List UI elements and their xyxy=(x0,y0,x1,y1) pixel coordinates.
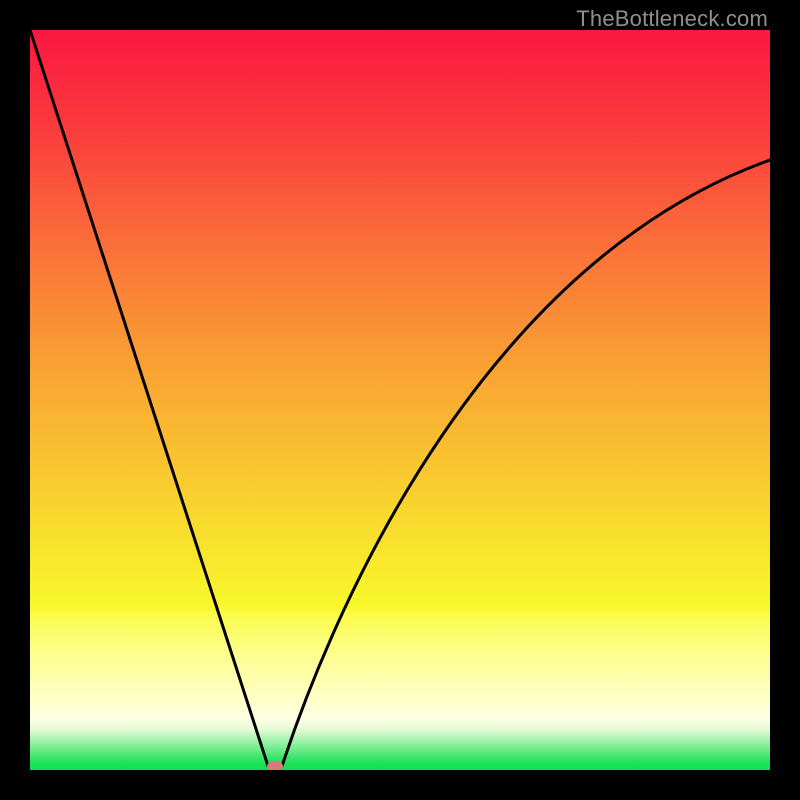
plot-area xyxy=(30,30,770,770)
watermark-text: TheBottleneck.com xyxy=(576,6,768,32)
curve-path xyxy=(30,30,770,768)
minimum-marker-icon xyxy=(267,761,283,770)
chart-curve xyxy=(30,30,770,770)
chart-frame: TheBottleneck.com xyxy=(0,0,800,800)
